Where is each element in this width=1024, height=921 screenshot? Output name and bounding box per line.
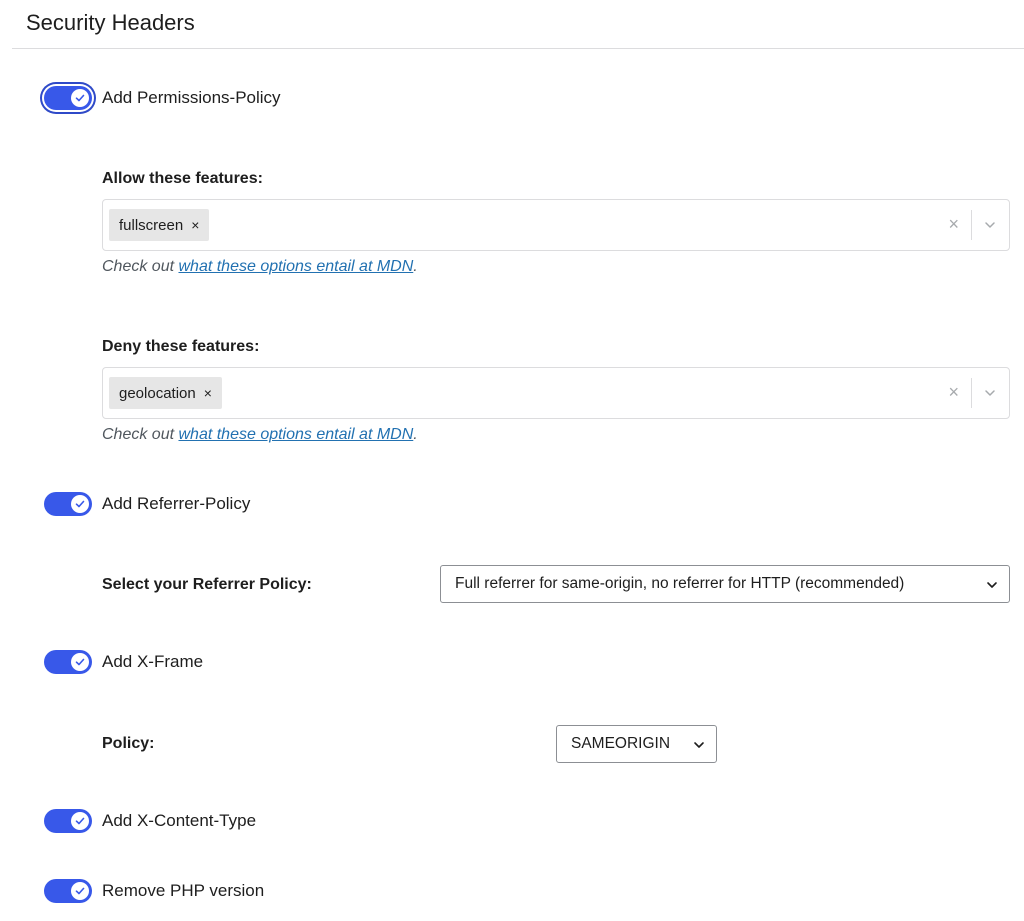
chip-remove-icon[interactable]: × [191, 217, 199, 233]
check-icon [71, 882, 89, 900]
php-version-label: Remove PHP version [102, 881, 265, 900]
permissions-policy-toggle[interactable] [44, 86, 92, 110]
hint-prefix: Check out [102, 426, 179, 443]
x-content-type-label: Add X-Content-Type [102, 811, 257, 830]
chip-remove-icon[interactable]: × [204, 385, 212, 401]
toggle-row-x-frame: Add X-Frame [44, 648, 203, 676]
mdn-link[interactable]: what these options entail at MDN [178, 426, 413, 443]
x-content-type-toggle[interactable] [44, 809, 92, 833]
deny-features-label: Deny these features: [102, 338, 260, 355]
header-divider [12, 48, 1024, 49]
x-frame-policy-label: Policy: [102, 735, 155, 752]
toggle-row-referrer-policy: Add Referrer-Policy [44, 490, 250, 518]
hint-suffix: . [413, 258, 418, 275]
permissions-policy-label: Add Permissions-Policy [102, 88, 281, 107]
toggle-row-permissions-policy: Add Permissions-Policy [44, 84, 281, 112]
chevron-down-icon[interactable] [983, 386, 997, 400]
referrer-policy-value: Full referrer for same-origin, no referr… [455, 575, 905, 592]
deny-features-hint: Check out what these options entail at M… [102, 426, 418, 444]
indicator-separator [971, 210, 972, 240]
chip-label: geolocation [119, 384, 196, 402]
check-icon [71, 812, 89, 830]
indicator-separator [971, 378, 972, 408]
x-frame-toggle[interactable] [44, 650, 92, 674]
mdn-link[interactable]: what these options entail at MDN [178, 258, 413, 275]
chip-fullscreen: fullscreen × [109, 209, 210, 241]
clear-icon[interactable]: × [948, 214, 959, 234]
chevron-down-icon [987, 582, 997, 588]
chip-label: fullscreen [119, 216, 184, 234]
toggle-row-x-content-type: Add X-Content-Type [44, 807, 256, 835]
check-icon [71, 653, 89, 671]
check-icon [71, 89, 89, 107]
clear-icon[interactable]: × [948, 382, 959, 402]
referrer-policy-select-label: Select your Referrer Policy: [102, 576, 312, 593]
page-title: Security Headers [26, 10, 195, 35]
toggle-row-php-version: Remove PHP version [44, 877, 264, 905]
deny-features-select[interactable]: geolocation × × [102, 367, 1010, 419]
chip-geolocation: geolocation × [109, 377, 222, 409]
x-frame-policy-value: SAMEORIGIN [571, 735, 671, 752]
php-version-toggle[interactable] [44, 879, 92, 903]
x-frame-label: Add X-Frame [102, 652, 204, 671]
x-frame-policy-select[interactable]: SAMEORIGIN [556, 725, 717, 763]
hint-suffix: . [413, 426, 418, 443]
check-icon [71, 495, 89, 513]
allow-features-label: Allow these features: [102, 170, 263, 187]
allow-features-hint: Check out what these options entail at M… [102, 258, 418, 276]
chevron-down-icon[interactable] [983, 218, 997, 232]
referrer-policy-select[interactable]: Full referrer for same-origin, no referr… [440, 565, 1010, 603]
referrer-policy-label: Add Referrer-Policy [102, 494, 251, 513]
chevron-down-icon [694, 742, 704, 748]
hint-prefix: Check out [102, 258, 179, 275]
referrer-policy-toggle[interactable] [44, 492, 92, 516]
allow-features-select[interactable]: fullscreen × × [102, 199, 1010, 251]
